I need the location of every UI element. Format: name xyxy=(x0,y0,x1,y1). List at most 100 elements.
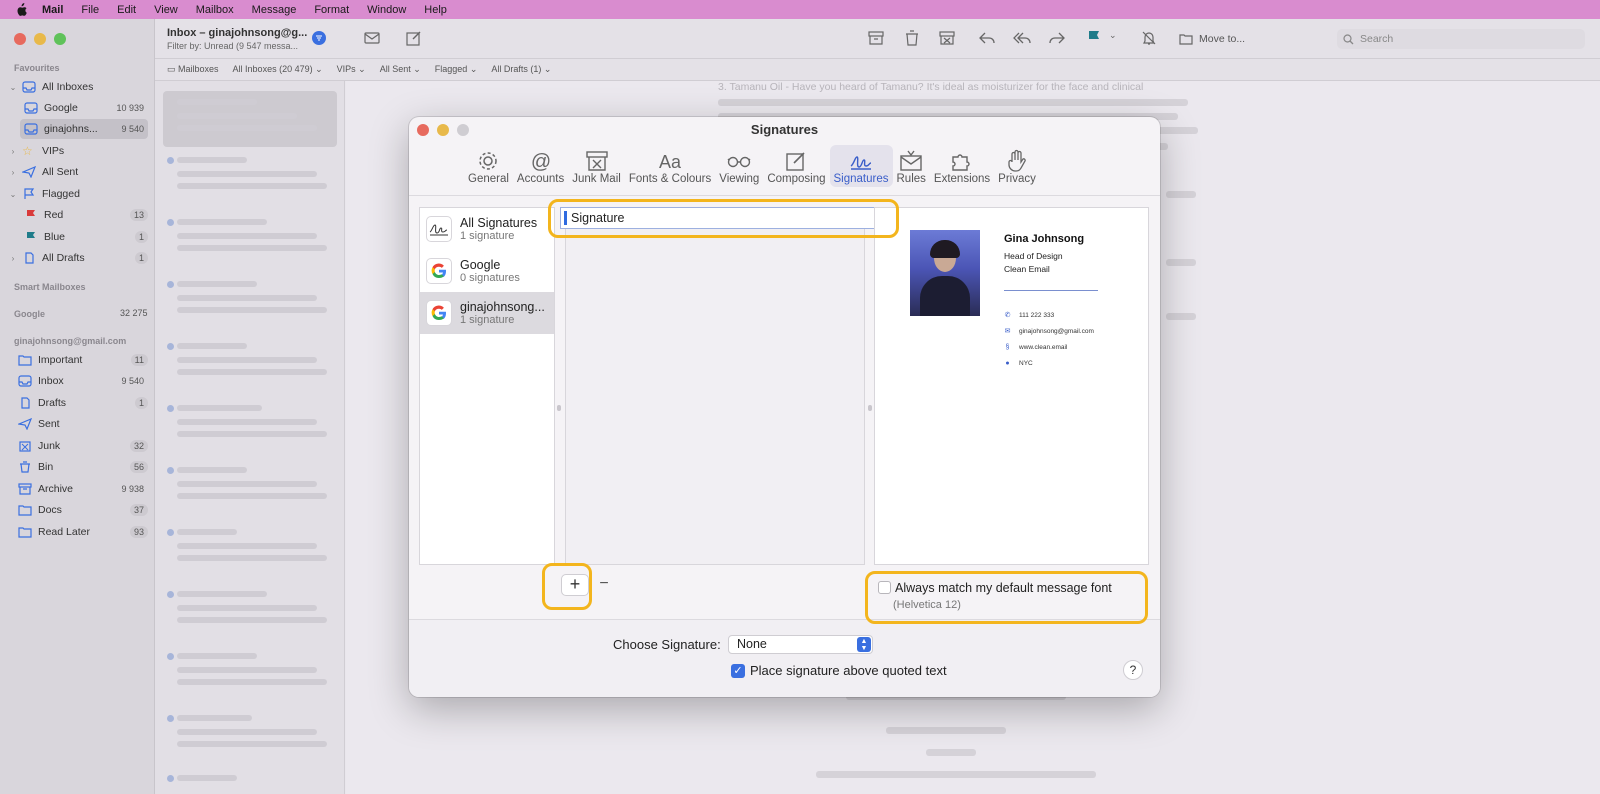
fav-all-drafts[interactable]: All Drafts (1) ⌄ xyxy=(491,64,551,75)
column-resize-handle[interactable] xyxy=(557,405,561,411)
signature-name-input[interactable] xyxy=(571,211,871,225)
sidebar-item-docs[interactable]: Docs 37 xyxy=(14,500,148,520)
sidebar-item-junk[interactable]: Junk 32 xyxy=(14,436,148,456)
mute-bell-icon[interactable] xyxy=(1140,29,1158,47)
sidebar-item-inbox[interactable]: Inbox 9 540 xyxy=(14,371,148,391)
fav-all-inboxes[interactable]: All Inboxes (20 479) ⌄ xyxy=(233,64,323,75)
place-above-checkbox[interactable]: ✓ xyxy=(731,664,745,678)
chevron-right-icon[interactable]: › xyxy=(8,254,18,263)
flag-icon[interactable] xyxy=(1085,29,1103,47)
list-item[interactable] xyxy=(163,91,337,147)
fav-mailboxes[interactable]: ▭ Mailboxes xyxy=(167,64,219,75)
tab-viewing[interactable]: Viewing xyxy=(715,145,763,187)
tab-extensions[interactable]: Extensions xyxy=(930,145,994,187)
sidebar-item-red-flag[interactable]: Red 13 xyxy=(20,205,148,225)
sidebar-item-bin[interactable]: Bin 56 xyxy=(14,457,148,477)
reply-icon[interactable] xyxy=(978,29,996,47)
column-resize-handle[interactable] xyxy=(868,405,872,411)
move-to-button[interactable]: Move to... xyxy=(1179,29,1329,49)
search-field[interactable]: Search xyxy=(1337,29,1585,49)
menu-help[interactable]: Help xyxy=(424,4,447,16)
sidebar-item-archive[interactable]: Archive 9 938 xyxy=(14,479,148,499)
match-font-label[interactable]: Always match my default message font xyxy=(895,581,1112,595)
menu-window[interactable]: Window xyxy=(367,4,406,16)
list-item[interactable] xyxy=(163,401,337,457)
trash-icon[interactable] xyxy=(903,29,921,47)
tab-rules[interactable]: Rules xyxy=(893,145,930,187)
list-item[interactable] xyxy=(163,711,337,767)
list-item[interactable] xyxy=(163,215,337,271)
sidebar-item-gina-inbox[interactable]: ginajohns... 9 540 xyxy=(20,119,148,139)
tab-fonts-colours[interactable]: Aa Fonts & Colours xyxy=(625,145,715,187)
preview-web: www.clean.email xyxy=(1019,344,1068,351)
menu-view[interactable]: View xyxy=(154,4,178,16)
chevron-down-icon[interactable]: ⌄ xyxy=(1109,30,1127,48)
account-row-google[interactable]: Google 0 signatures xyxy=(420,250,554,292)
smart-mailboxes-heading[interactable]: Smart Mailboxes xyxy=(14,282,86,292)
menu-mail[interactable]: Mail xyxy=(42,4,63,16)
account-row-gina[interactable]: ginajohnsong... 1 signature xyxy=(420,292,554,334)
chevron-down-icon[interactable]: ⌄ xyxy=(8,190,18,199)
google-heading[interactable]: Google xyxy=(14,309,45,319)
menu-edit[interactable]: Edit xyxy=(117,4,136,16)
tab-privacy[interactable]: Privacy xyxy=(994,145,1040,187)
fav-flagged[interactable]: Flagged ⌄ xyxy=(435,64,478,75)
list-item[interactable] xyxy=(163,277,337,333)
list-item[interactable] xyxy=(163,463,337,519)
list-item[interactable] xyxy=(163,153,337,209)
fav-all-sent[interactable]: All Sent ⌄ xyxy=(380,64,421,75)
sidebar-item-all-inboxes[interactable]: ⌄ All Inboxes xyxy=(8,77,148,97)
menu-format[interactable]: Format xyxy=(314,4,349,16)
sidebar-item-read-later[interactable]: Read Later 93 xyxy=(14,522,148,542)
list-item[interactable] xyxy=(163,339,337,395)
apple-icon[interactable] xyxy=(14,2,28,17)
sidebar-item-important[interactable]: Important 11 xyxy=(14,350,148,370)
sidebar-item-blue-flag[interactable]: Blue 1 xyxy=(20,227,148,247)
envelope-icon[interactable] xyxy=(363,29,381,47)
document-icon xyxy=(25,252,34,264)
forward-icon[interactable] xyxy=(1048,29,1066,47)
junk-icon[interactable] xyxy=(938,29,956,47)
match-font-checkbox[interactable] xyxy=(878,581,891,594)
sidebar-item-vips[interactable]: › ☆ VIPs xyxy=(8,141,148,161)
folder-icon xyxy=(18,505,32,516)
filter-icon[interactable] xyxy=(312,31,326,45)
menu-file[interactable]: File xyxy=(81,4,99,16)
place-above-label[interactable]: Place signature above quoted text xyxy=(750,663,947,678)
chevron-right-icon[interactable]: › xyxy=(8,168,18,177)
tab-accounts[interactable]: @ Accounts xyxy=(513,145,568,187)
zoom-window-button[interactable] xyxy=(54,33,66,45)
tab-composing[interactable]: Composing xyxy=(763,145,829,187)
minimize-window-button[interactable] xyxy=(34,33,46,45)
add-signature-button[interactable]: + xyxy=(561,574,589,596)
tab-signatures[interactable]: Signatures xyxy=(829,145,893,187)
sidebar-item-drafts[interactable]: Drafts 1 xyxy=(14,393,148,413)
menu-message[interactable]: Message xyxy=(252,4,297,16)
chevron-right-icon[interactable]: › xyxy=(8,147,18,156)
remove-signature-button[interactable]: − xyxy=(592,574,616,596)
list-item[interactable] xyxy=(163,771,337,794)
account-row-all-signatures[interactable]: All Signatures 1 signature xyxy=(420,208,554,250)
list-item[interactable] xyxy=(163,525,337,581)
tab-label: Composing xyxy=(767,173,826,185)
choose-signature-select[interactable]: None ▲ ▼ xyxy=(728,635,873,654)
close-window-button[interactable] xyxy=(14,33,26,45)
reply-all-icon[interactable] xyxy=(1013,29,1031,47)
sidebar-item-sent[interactable]: Sent xyxy=(14,414,148,434)
help-button[interactable]: ? xyxy=(1123,660,1143,680)
signature-preview[interactable]: Gina Johnsong Head of Design Clean Email… xyxy=(874,207,1149,565)
archive-icon[interactable] xyxy=(867,29,885,47)
sidebar-item-flagged[interactable]: ⌄ Flagged xyxy=(8,184,148,204)
list-item[interactable] xyxy=(163,587,337,643)
sidebar-item-google[interactable]: Google 10 939 xyxy=(20,98,148,118)
compose-icon[interactable] xyxy=(405,29,423,47)
tab-junk-mail[interactable]: Junk Mail xyxy=(568,145,625,187)
tab-general[interactable]: General xyxy=(464,145,513,187)
menu-mailbox[interactable]: Mailbox xyxy=(196,4,234,16)
sidebar-item-all-drafts[interactable]: › All Drafts 1 xyxy=(8,248,148,268)
chevron-down-icon[interactable]: ⌄ xyxy=(8,83,18,92)
sidebar-item-all-sent[interactable]: › All Sent xyxy=(8,162,148,182)
fav-vips[interactable]: VIPs ⌄ xyxy=(337,64,366,75)
account-heading[interactable]: ginajohnsong@gmail.com xyxy=(14,336,126,346)
list-item[interactable] xyxy=(163,649,337,705)
